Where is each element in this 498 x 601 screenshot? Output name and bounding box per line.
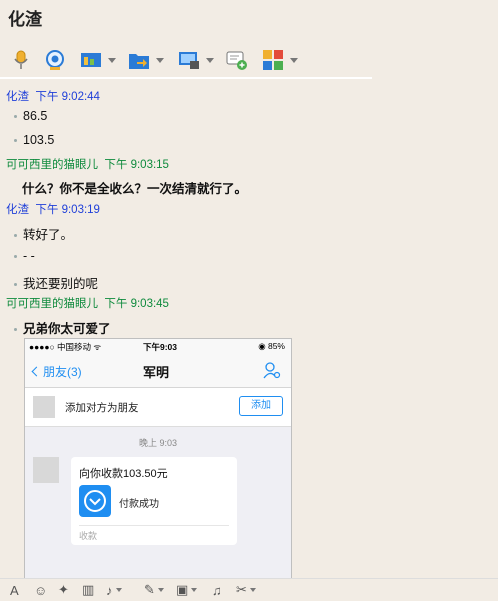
chevron-down-icon[interactable] — [156, 57, 164, 63]
message-line: - - — [14, 249, 35, 263]
message-header: 化渣 下午 9:02:44 — [6, 88, 100, 104]
input-toolbar: A ☺ ✦ ▥ ♪ ✎ ▣ ♫ ✂ — [0, 578, 498, 601]
edit-icon: ✎ — [144, 582, 155, 597]
chat-timestamp: 晚上 9:03 — [138, 438, 178, 448]
font-icon: A — [10, 582, 19, 598]
add-friend-button: 添加 — [239, 396, 283, 416]
apps-icon — [263, 50, 283, 70]
image-button[interactable]: ▣ — [176, 582, 198, 598]
title-bar: 化渣 — [0, 0, 498, 38]
sender-name: 可可西里的猫眼儿 — [6, 159, 98, 171]
music-icon: ♫ — [212, 582, 222, 598]
music-button[interactable]: ♫ — [212, 582, 222, 598]
avatar — [33, 457, 59, 483]
phone-chat-title: 军明 — [143, 365, 170, 380]
shared-screenshot-image[interactable]: ●●●●○ 中国移动 ᯤ 下午9:03 ◉ 85% 朋友(3) 军明 添加对方为… — [24, 338, 292, 578]
file-transfer-icon — [129, 54, 149, 69]
chevron-down-icon[interactable] — [249, 588, 256, 592]
message-line: 103.5 — [14, 133, 54, 147]
chevron-down-icon[interactable] — [108, 57, 116, 63]
font-button[interactable]: A — [10, 582, 19, 598]
chevron-down-icon[interactable] — [157, 588, 164, 592]
message-line: 我还要别的呢 — [14, 273, 98, 292]
voice-message-button[interactable]: ♪ — [106, 582, 122, 598]
message-time: 下午 9:03:19 — [35, 204, 100, 216]
payment-status: 付款成功 — [119, 499, 159, 510]
back-button: 朋友(3) — [31, 363, 82, 380]
sender-name: 可可西里的猫眼儿 — [6, 298, 98, 310]
remote-desktop-button[interactable] — [178, 48, 214, 72]
avatar — [33, 396, 55, 418]
edit-button[interactable]: ✎ — [144, 582, 164, 598]
screen-share-button[interactable] — [80, 48, 116, 72]
sender-name: 化渣 — [6, 204, 29, 216]
message-header: 化渣 下午 9:03:19 — [6, 201, 100, 217]
remote-desktop-icon — [179, 52, 199, 69]
chat-toolbar — [0, 44, 498, 78]
screenshot-button[interactable]: ✂ — [236, 582, 256, 598]
group-chat-button[interactable] — [226, 48, 248, 72]
toolbar-divider — [0, 77, 372, 79]
message-time: 下午 9:02:44 — [35, 91, 100, 103]
screen-share-icon — [81, 53, 101, 67]
sender-name: 化渣 — [6, 91, 29, 103]
mic-button[interactable] — [10, 48, 32, 72]
magic-wand-icon: ✦ — [58, 582, 69, 597]
video-button[interactable] — [44, 48, 66, 72]
image-icon: ▣ — [176, 582, 189, 597]
payment-footer: 收款 — [79, 531, 98, 541]
file-transfer-button[interactable] — [128, 48, 164, 72]
shake-icon: ▥ — [82, 582, 95, 597]
phone-nav-bar: 朋友(3) 军明 — [25, 353, 291, 388]
window-title: 化渣 — [8, 10, 42, 29]
phone-clock: 下午9:03 — [143, 342, 178, 352]
emoji-icon: ☺ — [34, 582, 48, 598]
add-friend-text: 添加对方为朋友 — [65, 402, 139, 414]
chevron-left-icon — [31, 366, 42, 377]
divider — [79, 525, 229, 526]
chat-history[interactable]: 化渣 下午 9:02:44 86.5 103.5 可可西里的猫眼儿 下午 9:0… — [0, 82, 498, 578]
scissors-icon: ✂ — [236, 582, 247, 597]
user-settings-icon — [263, 362, 281, 379]
message-time: 下午 9:03:45 — [104, 298, 169, 310]
mic-icon — [14, 50, 28, 69]
shake-button[interactable]: ▥ — [82, 582, 94, 598]
add-friend-banner: 添加对方为朋友 添加 — [25, 388, 291, 427]
emoji-button[interactable]: ☺ — [34, 582, 47, 598]
chevron-down-icon[interactable] — [115, 588, 122, 592]
apps-button[interactable] — [262, 48, 298, 72]
message-header: 可可西里的猫眼儿 下午 9:03:15 — [6, 156, 169, 172]
battery-indicator: ◉ 85% — [258, 341, 285, 351]
payment-card: 向你收款103.50元 付款成功 收款 — [71, 457, 237, 545]
message-line: 什么？你不是全收么？一次结清就行了。 — [22, 182, 248, 196]
mic-icon: ♪ — [106, 582, 113, 598]
phone-status-bar: ●●●●○ 中国移动 ᯤ 下午9:03 ◉ 85% — [25, 339, 291, 353]
message-line: 转好了。 — [14, 224, 73, 243]
message-header: 可可西里的猫眼儿 下午 9:03:45 — [6, 295, 169, 311]
message-time: 下午 9:03:15 — [104, 159, 169, 171]
chevron-down-icon[interactable] — [191, 588, 198, 592]
message-line: 86.5 — [14, 109, 47, 123]
chevron-down-icon[interactable] — [290, 57, 298, 63]
group-chat-icon — [226, 51, 247, 70]
magic-button[interactable]: ✦ — [58, 582, 69, 598]
carrier-signal: ●●●●○ 中国移动 ᯤ — [29, 342, 102, 352]
chevron-down-icon[interactable] — [206, 57, 214, 63]
payment-amount: 向你收款103.50元 — [79, 468, 168, 480]
payment-icon — [79, 485, 111, 517]
message-line: 兄弟你太可爱了 — [14, 318, 111, 337]
video-icon — [46, 50, 64, 70]
